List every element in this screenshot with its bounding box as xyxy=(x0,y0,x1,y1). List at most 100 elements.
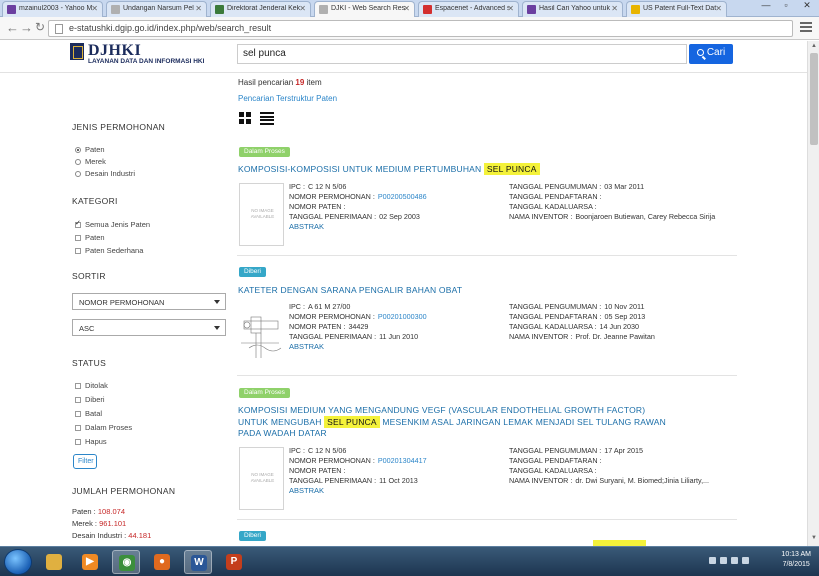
checkbox[interactable] xyxy=(75,410,81,417)
close-tab-icon[interactable]: ✕ xyxy=(507,4,514,13)
field-value: 02 Sep 2003 xyxy=(379,212,420,221)
result-title[interactable]: KOMPOSISI-KOMPOSISI UNTUK MEDIUM PERTUMB… xyxy=(238,163,738,176)
checkbox[interactable] xyxy=(75,424,81,431)
field-value[interactable]: P00200500486 xyxy=(378,192,427,201)
result-field: TANGGAL PENERIMAAN :11 Jun 2010 xyxy=(289,332,418,341)
maximize-button[interactable]: ▫ xyxy=(777,0,795,10)
checkbox[interactable] xyxy=(75,396,81,403)
close-tab-icon[interactable]: ✕ xyxy=(611,4,618,13)
search-input[interactable]: sel punca xyxy=(237,44,687,64)
field-value: C 12 N 5/06 xyxy=(307,446,347,455)
result-field: TANGGAL PENDAFTARAN : xyxy=(509,192,605,201)
browser-tab[interactable]: Direktorat Jenderal Kek ✕ xyxy=(210,1,311,17)
close-window-button[interactable]: ✕ xyxy=(798,0,816,11)
browser-tab[interactable]: mzainul2003 - Yahoo M ✕ xyxy=(2,1,103,17)
clock[interactable]: 10:13 AM 7/8/2015 xyxy=(781,550,811,570)
taskbar-firefox-button[interactable]: ● xyxy=(148,550,176,574)
count-row: Paten : 108.074 xyxy=(72,507,125,516)
field-label: NOMOR PATEN : xyxy=(289,322,346,331)
field-label: NOMOR PATEN : xyxy=(289,466,346,475)
count-value[interactable]: 108.074 xyxy=(98,507,125,516)
list-view-icon[interactable] xyxy=(260,112,274,125)
jenis-option[interactable]: Paten xyxy=(75,145,105,154)
address-bar[interactable]: e-statushki.dgip.go.id/index.php/web/sea… xyxy=(48,20,793,37)
browser-menu-icon[interactable] xyxy=(800,22,812,34)
status-option[interactable]: Hapus xyxy=(75,437,107,446)
result-thumbnail[interactable]: NO IMAGE AVAILABLE xyxy=(239,183,284,246)
field-value: C 12 N 5/06 xyxy=(307,182,347,191)
kategori-option[interactable]: Paten Sederhana xyxy=(75,246,143,255)
sort-field-select[interactable]: NOMOR PERMOHONAN xyxy=(72,293,226,310)
djki-logo[interactable]: DJHKI LAYANAN DATA DAN INFORMASI HKI xyxy=(70,42,230,69)
minimize-button[interactable]: — xyxy=(757,0,775,10)
browser-tab[interactable]: Espacenet - Advanced s ✕ xyxy=(418,1,519,17)
status-option[interactable]: Batal xyxy=(75,409,102,418)
back-arrow-icon[interactable]: ← xyxy=(6,20,19,35)
result-title[interactable]: KOMPOSISI MEDIUM YANG MENGANDUNG VEGF (V… xyxy=(238,405,678,440)
checkbox[interactable] xyxy=(75,247,81,254)
close-tab-icon[interactable]: ✕ xyxy=(91,4,98,13)
structured-search-link[interactable]: Pencarian Terstruktur Paten xyxy=(238,94,337,103)
favicon-icon xyxy=(319,5,328,14)
close-tab-icon[interactable]: ✕ xyxy=(715,4,722,13)
browser-tab[interactable]: US Patent Full-Text Dat ✕ xyxy=(626,1,727,17)
taskbar-explorer-button[interactable] xyxy=(40,550,68,574)
favicon-icon xyxy=(111,5,120,14)
result-thumbnail[interactable]: NO IMAGE AVAILABLE xyxy=(239,447,284,510)
abstrak-link[interactable]: ABSTRAK xyxy=(289,486,324,495)
close-tab-icon[interactable]: ✕ xyxy=(299,4,306,13)
checkbox[interactable] xyxy=(75,234,81,241)
vertical-scrollbar[interactable]: ▲ ▼ xyxy=(807,41,819,546)
browser-tab-label: Undangan Narsum Pel xyxy=(123,5,194,12)
scrollbar-thumb[interactable] xyxy=(810,53,818,145)
taskbar-media-button[interactable]: ▶ xyxy=(76,550,104,574)
status-option-label: Batal xyxy=(85,409,103,418)
radio-button[interactable] xyxy=(75,170,81,177)
radio-button[interactable] xyxy=(75,158,81,165)
close-tab-icon[interactable]: ✕ xyxy=(195,4,202,13)
checkbox[interactable] xyxy=(75,382,81,389)
reload-icon[interactable]: ↻ xyxy=(35,20,45,35)
abstrak-link[interactable]: ABSTRAK xyxy=(289,222,324,231)
abstrak-link[interactable]: ABSTRAK xyxy=(289,342,324,351)
jenis-option-label: Desain Industri xyxy=(85,169,136,178)
field-label: TANGGAL KADALUARSA : xyxy=(509,466,597,475)
browser-tab[interactable]: Hasil Cari Yahoo untuk ✕ xyxy=(522,1,623,17)
count-value[interactable]: 961.101 xyxy=(99,519,126,528)
field-value[interactable]: P00201000300 xyxy=(378,312,427,321)
taskbar-word-button[interactable]: W xyxy=(184,550,212,574)
search-button[interactable]: Cari xyxy=(689,44,733,64)
sort-order-select[interactable]: ASC xyxy=(72,319,226,336)
field-value[interactable]: P00201304417 xyxy=(378,456,427,465)
forward-arrow-icon[interactable]: → xyxy=(20,20,33,35)
status-option[interactable]: Ditolak xyxy=(75,381,108,390)
jenis-option[interactable]: Merek xyxy=(75,157,106,166)
clock-date: 7/8/2015 xyxy=(782,561,810,568)
patent-drawing-image[interactable] xyxy=(239,303,284,366)
taskbar-chrome-button[interactable]: ◉ xyxy=(112,550,140,574)
firefox-icon: ● xyxy=(154,554,170,570)
browser-tab[interactable]: Undangan Narsum Pel ✕ xyxy=(106,1,207,17)
result-field: NOMOR PATEN : xyxy=(289,202,348,211)
field-label: IPC : xyxy=(289,182,305,191)
browser-tab[interactable]: DJKI - Web Search Resu ✕ xyxy=(314,1,415,17)
status-option[interactable]: Diberi xyxy=(75,395,105,404)
kategori-option[interactable]: Semua Jenis Paten xyxy=(75,219,150,229)
filter-button[interactable]: Filter xyxy=(73,454,97,469)
start-button[interactable] xyxy=(4,549,32,575)
scroll-down-icon[interactable]: ▼ xyxy=(811,535,817,541)
close-tab-icon[interactable]: ✕ xyxy=(403,4,410,13)
checkbox[interactable] xyxy=(75,438,81,445)
scroll-up-icon[interactable]: ▲ xyxy=(811,43,817,49)
field-label: TANGGAL PENDAFTARAN : xyxy=(509,192,602,201)
kategori-option[interactable]: Paten xyxy=(75,233,105,242)
favicon-icon xyxy=(7,5,16,14)
grid-view-icon[interactable] xyxy=(239,112,251,124)
jenis-option[interactable]: Desain Industri xyxy=(75,169,135,178)
status-option[interactable]: Dalam Proses xyxy=(75,423,132,432)
radio-button[interactable] xyxy=(75,146,81,153)
checkbox[interactable] xyxy=(75,219,81,228)
taskbar-powerpoint-button[interactable]: P xyxy=(220,550,248,574)
count-value[interactable]: 44.181 xyxy=(128,531,151,540)
result-title[interactable]: KATETER DENGAN SARANA PENGALIR BAHAN OBA… xyxy=(238,285,738,297)
